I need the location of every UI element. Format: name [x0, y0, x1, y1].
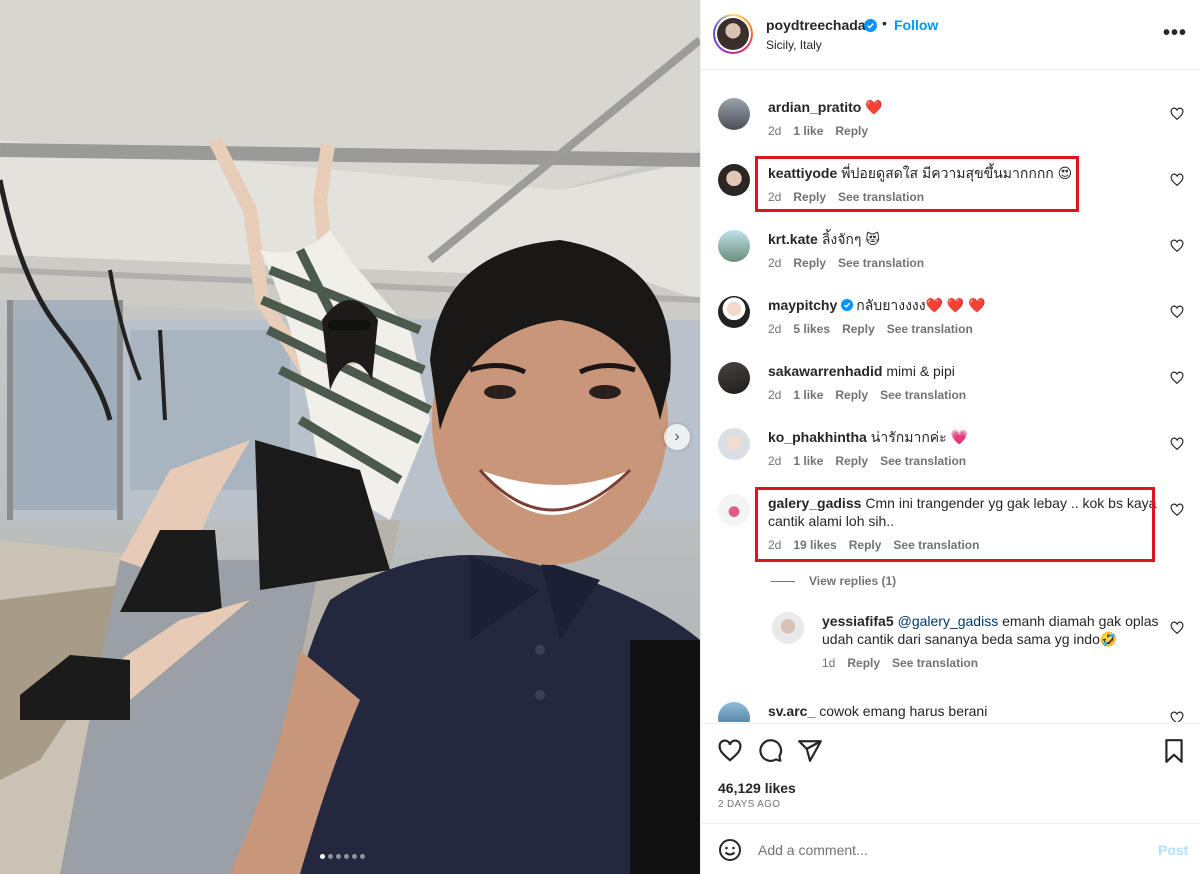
comment-like-icon[interactable]: [1170, 437, 1184, 451]
commenter-avatar[interactable]: [718, 362, 750, 394]
commenter-avatar[interactable]: [772, 612, 804, 644]
comment-username[interactable]: sakawarrenhadid: [768, 363, 882, 379]
comment-text: ลิ้งจักๆ 😻: [821, 231, 880, 247]
comment-reply-button[interactable]: Reply: [835, 388, 868, 402]
view-replies-line: [771, 580, 795, 582]
comment-username[interactable]: yessiafifa5: [822, 613, 894, 629]
see-translation-button[interactable]: See translation: [887, 322, 973, 336]
post-header: poydtreechada • Follow Sicily, Italy •••: [701, 0, 1200, 70]
comment-mention[interactable]: @galery_gadiss: [898, 613, 999, 629]
comment-like-icon[interactable]: [1170, 107, 1184, 121]
comment-age: 2d: [768, 388, 782, 402]
likes-count[interactable]: 46,129 likes: [718, 780, 796, 796]
header-separator: •: [882, 15, 887, 31]
view-replies-button[interactable]: View replies (1): [771, 574, 896, 588]
comment-age: 2d: [768, 256, 782, 270]
share-icon[interactable]: [797, 738, 823, 764]
add-comment-bar: Post: [701, 823, 1200, 874]
comment-reply-button[interactable]: Reply: [847, 656, 880, 670]
see-translation-button[interactable]: See translation: [892, 656, 978, 670]
commenter-avatar[interactable]: [718, 494, 750, 526]
comment-like-icon[interactable]: [1170, 371, 1184, 385]
comment-like-icon[interactable]: [1170, 711, 1184, 722]
commenter-avatar[interactable]: [718, 164, 750, 196]
comment-reply-button[interactable]: Reply: [835, 454, 868, 468]
post-side-panel: poydtreechada • Follow Sicily, Italy •••…: [700, 0, 1200, 874]
comment-like-count[interactable]: 1 like: [793, 454, 823, 468]
comment-text: ❤️: [865, 99, 883, 115]
comment-like-icon[interactable]: [1170, 305, 1184, 319]
highlight-box: [755, 156, 1079, 212]
comment-username[interactable]: ardian_pratito: [768, 99, 861, 115]
comment-text: mimi & pipi: [886, 363, 955, 379]
comment-like-icon[interactable]: [1170, 503, 1184, 517]
see-translation-button[interactable]: See translation: [880, 388, 966, 402]
more-options-icon[interactable]: •••: [1163, 22, 1187, 45]
comment-like-count[interactable]: 1 like: [793, 124, 823, 138]
comment-text: น่ารักมากค่ะ 💗: [870, 429, 968, 445]
carousel-dot: [328, 854, 333, 859]
author-username[interactable]: poydtreechada: [766, 17, 866, 33]
post-date: 2 DAYS AGO: [718, 799, 781, 810]
commenter-avatar[interactable]: [718, 428, 750, 460]
comment-username[interactable]: ko_phakhintha: [768, 429, 867, 445]
commenter-avatar[interactable]: [718, 702, 750, 722]
comment-username[interactable]: sv.arc_: [768, 703, 815, 719]
carousel-dot: [360, 854, 365, 859]
comment-like-icon[interactable]: [1170, 239, 1184, 253]
carousel-dots: [320, 854, 365, 859]
comment-text: กลับยางงงง❤️ ❤️ ❤️: [856, 297, 986, 313]
comment-reply-button[interactable]: Reply: [835, 124, 868, 138]
post-actions: 46,129 likes 2 DAYS AGO: [701, 723, 1200, 823]
comment-like-count[interactable]: 5 likes: [793, 322, 830, 336]
post-location[interactable]: Sicily, Italy: [766, 38, 822, 52]
post-photo[interactable]: ›: [0, 0, 700, 874]
post-comment-button[interactable]: Post: [1158, 842, 1188, 858]
carousel-dot: [352, 854, 357, 859]
comment-age: 2d: [768, 124, 782, 138]
highlight-box: [755, 487, 1155, 562]
comment-username[interactable]: maypitchy: [768, 297, 837, 313]
see-translation-button[interactable]: See translation: [838, 256, 924, 270]
author-avatar[interactable]: [713, 14, 753, 54]
carousel-dot: [320, 854, 325, 859]
comment-age: 2d: [768, 322, 782, 336]
comment-age: 1d: [822, 656, 836, 670]
instagram-post-view: › poydtreechada • Follow Sicily, Italy •…: [0, 0, 1200, 874]
chevron-right-icon: ›: [674, 428, 680, 445]
carousel-dot: [336, 854, 341, 859]
comment-age: 2d: [768, 454, 782, 468]
comment-like-count[interactable]: 1 like: [793, 388, 823, 402]
like-icon[interactable]: [717, 738, 743, 764]
carousel-next-button[interactable]: ›: [664, 424, 690, 450]
photo-illustration: [0, 0, 700, 874]
commenter-avatar[interactable]: [718, 296, 750, 328]
comment-reply-button[interactable]: Reply: [793, 256, 826, 270]
comment-text: cowok emang harus berani: [819, 703, 988, 719]
comment-username[interactable]: krt.kate: [768, 231, 818, 247]
follow-button[interactable]: Follow: [894, 17, 938, 33]
carousel-dot: [344, 854, 349, 859]
commenter-avatar[interactable]: [718, 98, 750, 130]
view-replies-label: View replies (1): [809, 574, 897, 588]
verified-badge-icon: [864, 19, 877, 32]
comment-icon[interactable]: [757, 738, 783, 764]
comment-reply-button[interactable]: Reply: [842, 322, 875, 336]
comment-like-icon[interactable]: [1170, 621, 1184, 635]
save-bookmark-icon[interactable]: [1161, 738, 1187, 764]
emoji-icon[interactable]: [718, 838, 742, 862]
commenter-avatar[interactable]: [718, 230, 750, 262]
add-comment-input[interactable]: [758, 838, 1138, 862]
see-translation-button[interactable]: See translation: [880, 454, 966, 468]
verified-badge-icon: [841, 299, 854, 311]
comment-like-icon[interactable]: [1170, 173, 1184, 187]
